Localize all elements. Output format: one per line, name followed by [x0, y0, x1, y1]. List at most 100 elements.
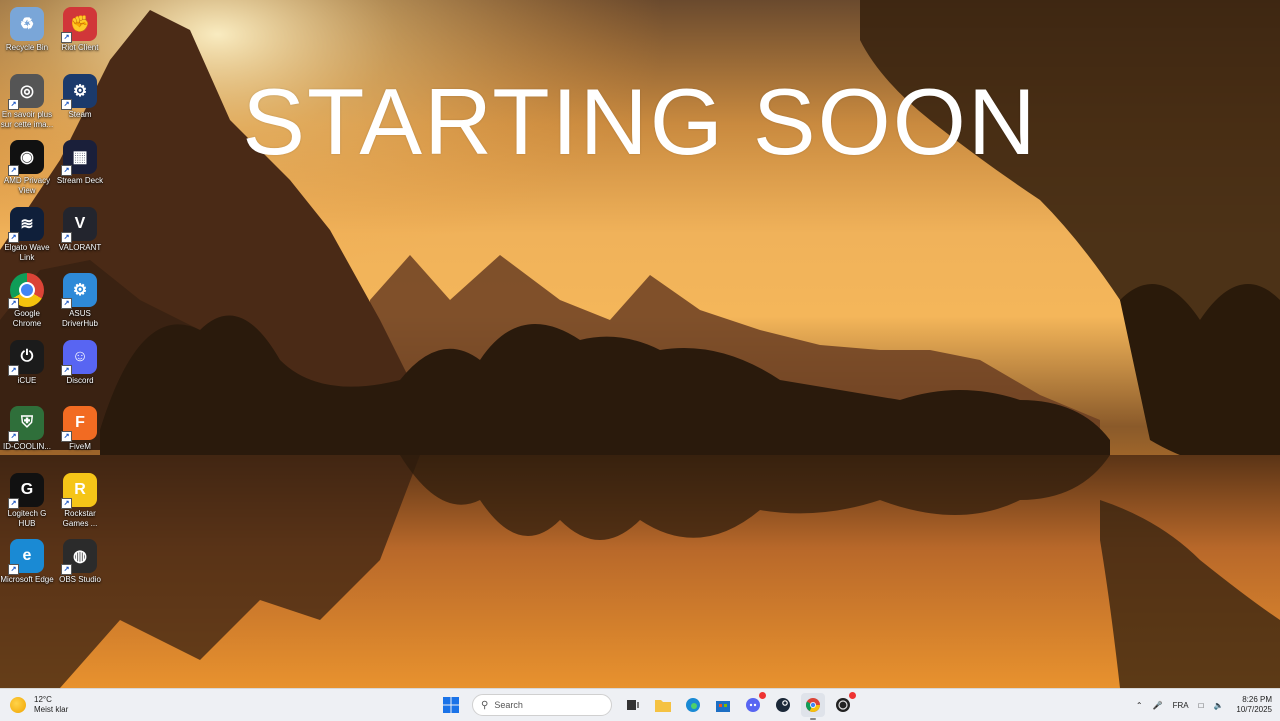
desktop-icon-recycle-bin[interactable]: ♻ Recycle Bin [0, 3, 54, 67]
desktop-icon-chrome[interactable]: ↗ Google Chrome [0, 269, 54, 333]
desktop-icon-label: Stream Deck [56, 176, 104, 185]
desktop-icon-label: Recycle Bin [5, 43, 49, 52]
logitech-ghub-icon: G ↗ [8, 472, 44, 509]
shortcut-arrow-icon: ↗ [61, 364, 72, 376]
icue-icon: ⏻ ↗ [8, 339, 44, 376]
desktop-icon-wave-link[interactable]: ≋ ↗ Elgato Wave Link [0, 203, 54, 267]
task-view-button[interactable] [621, 693, 645, 717]
edge-icon [686, 698, 700, 712]
weather-moon-icon [10, 697, 26, 713]
desktop-icon-label: Rockstar Games ... [62, 508, 98, 528]
desktop-icon-obs-studio[interactable]: ◍ ↗ OBS Studio [53, 535, 107, 599]
system-tray: ⌃ 🎤 FRA □ 🔈 8:26 PM 10/7/2025 [1131, 693, 1272, 717]
search-placeholder: Search [494, 700, 523, 710]
recording-badge [849, 692, 856, 699]
desktop-icon-label: iCUE [17, 375, 37, 385]
steam-icon [776, 698, 790, 712]
shortcut-arrow-icon: ↗ [61, 431, 72, 442]
fivem-icon: F ↗ [61, 406, 97, 442]
desktop-icon-steam[interactable]: ⚙ ↗ Steam [53, 70, 107, 134]
desktop-icon-label: AMD Privacy View [3, 176, 51, 195]
desktop-icon-edge[interactable]: e ↗ Microsoft Edge [0, 535, 54, 599]
desktop-icon-label: Steam [68, 109, 92, 119]
desktop-icon-asus-driverhub[interactable]: ⚙ ↗ ASUS DriverHub [53, 269, 107, 333]
desktop-icon-amd-privacy-view[interactable]: ◉ ↗ AMD Privacy View [0, 136, 54, 200]
chrome-icon: ↗ [8, 273, 44, 309]
desktop-icon-label: En savoir plus sur cette ima... [0, 109, 54, 129]
weather-widget[interactable]: 12°C Meist klar [10, 693, 68, 717]
desktop-icon-label: Microsoft Edge [0, 575, 54, 584]
learn-more-icon: ◎ ↗ [8, 73, 44, 110]
shortcut-arrow-icon: ↗ [8, 364, 19, 376]
volume-icon[interactable]: 🔈 [1213, 701, 1223, 710]
chrome-taskbar-button[interactable] [801, 693, 825, 720]
shortcut-arrow-icon: ↗ [61, 165, 72, 176]
shortcut-arrow-icon: ↗ [8, 298, 19, 309]
shortcut-arrow-icon: ↗ [61, 298, 72, 309]
shortcut-arrow-icon: ↗ [8, 564, 19, 575]
show-hidden-icons-chevron-icon[interactable]: ⌃ [1136, 701, 1143, 710]
desktop-icon-valorant[interactable]: V ↗ VALORANT [53, 203, 107, 267]
microsoft-store-button[interactable] [711, 693, 735, 717]
microphone-icon[interactable]: 🎤 [1153, 701, 1163, 710]
shortcut-arrow-icon: ↗ [8, 165, 19, 176]
steam-taskbar-button[interactable] [771, 693, 795, 717]
weather-description: Meist klar [34, 705, 69, 714]
starting-soon-banner: STARTING SOON [242, 69, 1038, 174]
recycle-bin-icon: ♻ [10, 7, 44, 41]
clock[interactable]: 8:26 PM 10/7/2025 [1236, 695, 1272, 715]
desktop-icon-label: Logitech G HUB [7, 508, 47, 528]
desktop-icon-icue[interactable]: ⏻ ↗ iCUE [0, 336, 54, 400]
chrome-icon [805, 698, 820, 712]
notification-badge [759, 692, 766, 699]
shortcut-arrow-icon: ↗ [8, 497, 19, 509]
shortcut-arrow-icon: ↗ [61, 98, 72, 110]
weather-temperature: 12°C [34, 695, 52, 704]
desktop-icon-label: Google Chrome [12, 309, 42, 328]
shortcut-arrow-icon: ↗ [61, 497, 72, 509]
desktop-icon-label: Discord [66, 375, 94, 385]
clock-time: 8:26 PM [1242, 695, 1272, 704]
discord-icon [746, 698, 760, 712]
discord-taskbar-button[interactable] [741, 692, 766, 717]
start-button[interactable] [439, 693, 463, 717]
obs-taskbar-button[interactable] [831, 692, 856, 717]
desktop-icon-stream-deck[interactable]: ▦ ↗ Stream Deck [53, 136, 107, 200]
desktop: STARTING SOON ♻ Recycle Bin ✊ ↗ Riot Client ◎… [0, 0, 1280, 688]
network-icon[interactable]: □ [1199, 701, 1204, 710]
clock-date: 10/7/2025 [1236, 705, 1272, 714]
steam-icon: ⚙ ↗ [61, 73, 97, 110]
desktop-icon-fivem[interactable]: F ↗ FiveM [53, 402, 107, 466]
desktop-icon-riot-client[interactable]: ✊ ↗ Riot Client [53, 3, 107, 67]
desktop-icon-id-cooling[interactable]: ⛨ ↗ ID-COOLIN... [0, 402, 54, 466]
riot-client-icon: ✊ ↗ [61, 7, 97, 43]
shortcut-arrow-icon: ↗ [8, 98, 19, 110]
language-indicator[interactable]: FRA [1173, 701, 1189, 710]
taskbar-center: ⚲ Search [436, 692, 858, 720]
file-explorer-button[interactable] [651, 693, 675, 717]
valorant-icon: V ↗ [61, 206, 97, 243]
desktop-icon-label: Riot Client [61, 43, 99, 52]
taskbar-search-box[interactable]: ⚲ Search [472, 694, 612, 716]
desktop-icon-label: FiveM [69, 442, 91, 451]
shortcut-arrow-icon: ↗ [61, 32, 72, 43]
search-icon: ⚲ [481, 699, 489, 711]
rockstar-icon: R ↗ [61, 472, 97, 509]
desktop-icon-rockstar[interactable]: R ↗ Rockstar Games ... [53, 469, 107, 533]
task-view-icon [627, 700, 639, 710]
asus-driverhub-icon: ⚙ ↗ [61, 273, 97, 309]
desktop-icon-learn-more[interactable]: ◎ ↗ En savoir plus sur cette ima... [0, 70, 54, 134]
desktop-icon-label: OBS Studio [59, 575, 101, 584]
shortcut-arrow-icon: ↗ [8, 231, 19, 243]
desktop-icon-label: Elgato Wave Link [4, 242, 50, 262]
shortcut-arrow-icon: ↗ [61, 564, 72, 575]
desktop-icon-logitech-ghub[interactable]: G ↗ Logitech G HUB [0, 469, 54, 533]
desktop-icon-discord[interactable]: ☺ ↗ Discord [53, 336, 107, 400]
edge-taskbar-button[interactable] [681, 693, 705, 717]
shortcut-arrow-icon: ↗ [61, 231, 72, 243]
discord-icon: ☺ ↗ [61, 339, 97, 376]
desktop-icon-label: ASUS DriverHub [61, 309, 98, 328]
edge-icon: e ↗ [8, 539, 44, 575]
taskbar: 12°C Meist klar ⚲ Search ⌃ 🎤 FRA □ 🔈 8:2… [0, 688, 1280, 721]
windows-start-icon [443, 697, 459, 713]
